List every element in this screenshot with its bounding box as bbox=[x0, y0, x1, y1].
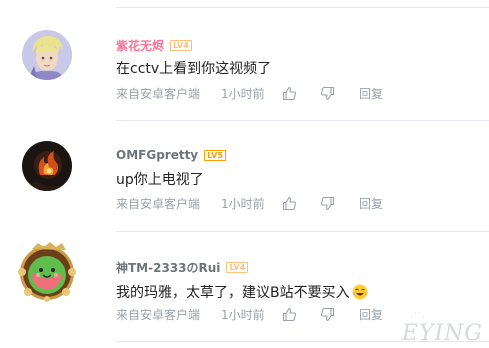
laughing-emoji-icon bbox=[352, 284, 368, 304]
comment-divider bbox=[116, 120, 489, 121]
comment-text: 我的玛雅，太草了，建议B站不要买入 bbox=[116, 282, 368, 304]
like-icon[interactable] bbox=[282, 196, 297, 211]
comment-text: up你上电视了 bbox=[116, 172, 204, 188]
dislike-icon[interactable] bbox=[320, 196, 335, 211]
username[interactable]: 神TM-2333のRui bbox=[116, 259, 220, 276]
comment-divider bbox=[116, 7, 489, 8]
level-badge: LV5 bbox=[204, 149, 226, 161]
comment-time: 1小时前 bbox=[221, 197, 265, 211]
comment-time: 1小时前 bbox=[221, 87, 265, 101]
reply-button[interactable]: 回复 bbox=[359, 85, 383, 103]
comment-meta: 来自安卓客户端 1小时前 回复 bbox=[116, 85, 456, 103]
comment-divider bbox=[116, 231, 489, 232]
dislike-icon[interactable] bbox=[320, 86, 335, 101]
comment-time: 1小时前 bbox=[221, 308, 265, 322]
comment-source: 来自安卓客户端 bbox=[116, 87, 201, 101]
reply-button[interactable]: 回复 bbox=[359, 306, 383, 324]
flame-avatar-icon bbox=[22, 141, 72, 191]
username[interactable]: OMFGpretty bbox=[116, 148, 198, 162]
level-badge: LV4 bbox=[170, 40, 192, 51]
comment-text-content: 我的玛雅，太草了，建议B站不要买入 bbox=[116, 285, 350, 301]
level-badge: LV4 bbox=[226, 262, 249, 273]
watermark-ornament: ·ˊˋ· bbox=[409, 313, 425, 323]
user-avatar[interactable] bbox=[16, 240, 78, 302]
username[interactable]: 紫花无烬 bbox=[116, 37, 164, 54]
watermelon-frame-avatar-icon bbox=[18, 242, 76, 302]
user-avatar[interactable] bbox=[22, 30, 72, 80]
like-icon[interactable] bbox=[282, 86, 297, 101]
comment-source: 来自安卓客户端 bbox=[116, 197, 201, 211]
watermark: ·ˊˋ· EYING bbox=[401, 313, 483, 346]
comment-text: 在cctv上看到你这视频了 bbox=[116, 61, 272, 77]
dislike-icon[interactable] bbox=[320, 307, 335, 322]
anime-character-avatar-icon bbox=[22, 30, 72, 80]
reply-button[interactable]: 回复 bbox=[359, 195, 383, 213]
watermark-text: EYING bbox=[401, 321, 483, 346]
comment-meta: 来自安卓客户端 1小时前 回复 bbox=[116, 195, 456, 213]
user-avatar[interactable] bbox=[22, 141, 72, 191]
like-icon[interactable] bbox=[282, 307, 297, 322]
comment-source: 来自安卓客户端 bbox=[116, 308, 201, 322]
